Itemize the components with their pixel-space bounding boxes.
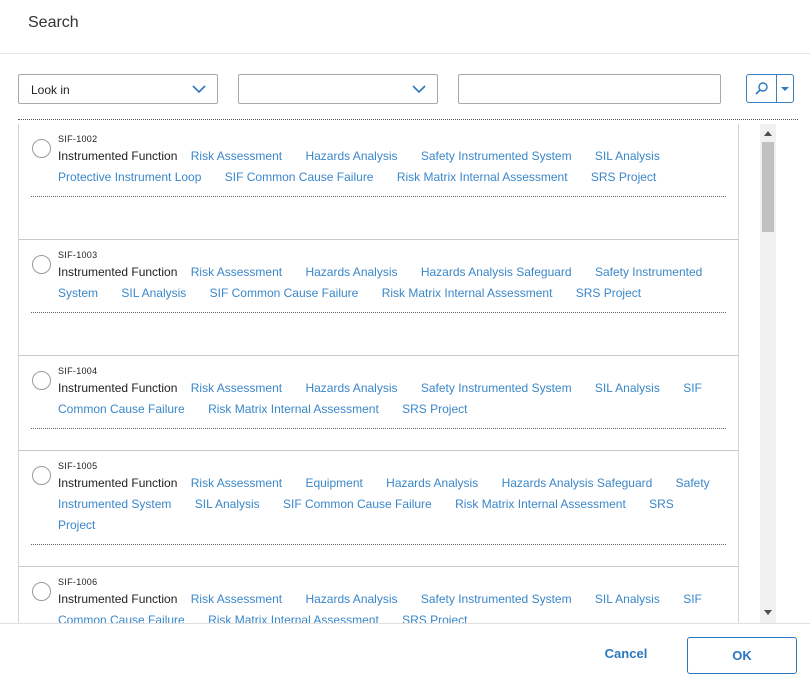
- look-in-dropdown[interactable]: Look in: [18, 74, 218, 104]
- look-in-value: Look in: [31, 83, 70, 97]
- related-link[interactable]: Hazards Analysis: [305, 592, 397, 606]
- dialog-header: Search: [0, 0, 810, 54]
- related-link[interactable]: SRS Project: [402, 613, 467, 623]
- related-link[interactable]: SIL Analysis: [121, 286, 186, 300]
- result-radio[interactable]: [32, 255, 51, 274]
- related-link[interactable]: Protective Instrument Loop: [58, 170, 201, 184]
- cancel-button[interactable]: Cancel: [586, 646, 666, 661]
- family-dropdown[interactable]: [238, 74, 438, 104]
- result-family: Instrumented Function: [58, 265, 178, 279]
- item-divider: [31, 428, 726, 429]
- item-divider: [31, 196, 726, 197]
- result-family: Instrumented Function: [58, 381, 178, 395]
- related-link[interactable]: Risk Assessment: [191, 592, 282, 606]
- related-link[interactable]: SRS Project: [576, 286, 641, 300]
- related-link[interactable]: Risk Assessment: [191, 381, 282, 395]
- related-link[interactable]: SIL Analysis: [195, 497, 260, 511]
- result-content: SIF-1005 Instrumented Function Risk Asse…: [58, 451, 738, 536]
- result-id: SIF-1003: [58, 250, 98, 260]
- result-family: Instrumented Function: [58, 149, 178, 163]
- result-radio[interactable]: [32, 466, 51, 485]
- related-link[interactable]: Risk Matrix Internal Assessment: [208, 613, 379, 623]
- result-family: Instrumented Function: [58, 476, 178, 490]
- result-radio[interactable]: [32, 582, 51, 601]
- triangle-up-icon[interactable]: [760, 126, 776, 140]
- result-links: Instrumented Function Risk Assessment Ha…: [58, 378, 726, 420]
- result-radio[interactable]: [32, 371, 51, 390]
- related-link[interactable]: Risk Assessment: [191, 476, 282, 490]
- related-link[interactable]: Hazards Analysis: [305, 149, 397, 163]
- result-content: SIF-1003 Instrumented Function Risk Asse…: [58, 240, 738, 304]
- list-item: SIF-1005 Instrumented Function Risk Asse…: [19, 451, 738, 567]
- related-link[interactable]: Safety Instrumented System: [421, 592, 572, 606]
- result-content: SIF-1006 Instrumented Function Risk Asse…: [58, 567, 738, 623]
- result-links: Instrumented Function Risk Assessment Eq…: [58, 473, 726, 536]
- related-link[interactable]: Risk Matrix Internal Assessment: [382, 286, 553, 300]
- related-link[interactable]: Hazards Analysis Safeguard: [502, 476, 653, 490]
- related-link[interactable]: SIF Common Cause Failure: [225, 170, 374, 184]
- related-link[interactable]: SRS Project: [402, 402, 467, 416]
- related-link[interactable]: SIL Analysis: [595, 149, 660, 163]
- results-top-divider: [18, 119, 798, 120]
- related-link[interactable]: Hazards Analysis: [305, 381, 397, 395]
- search-button[interactable]: [746, 74, 794, 103]
- result-content: SIF-1002 Instrumented Function Risk Asse…: [58, 124, 738, 188]
- list-item: SIF-1006 Instrumented Function Risk Asse…: [19, 567, 738, 623]
- related-link[interactable]: Risk Assessment: [191, 265, 282, 279]
- related-link[interactable]: Risk Assessment: [191, 149, 282, 163]
- related-link[interactable]: Safety Instrumented System: [421, 381, 572, 395]
- result-id: SIF-1002: [58, 134, 98, 144]
- related-link[interactable]: Equipment: [305, 476, 362, 490]
- search-input[interactable]: [458, 74, 721, 104]
- related-link[interactable]: SRS Project: [591, 170, 656, 184]
- result-links: Instrumented Function Risk Assessment Ha…: [58, 589, 726, 623]
- dialog-footer: Cancel OK: [0, 623, 810, 686]
- results-list[interactable]: SIF-1002 Instrumented Function Risk Asse…: [18, 124, 739, 623]
- result-id: SIF-1004: [58, 366, 98, 376]
- scrollbar-thumb[interactable]: [762, 142, 774, 232]
- item-divider: [31, 544, 726, 545]
- related-link[interactable]: Risk Matrix Internal Assessment: [455, 497, 626, 511]
- related-link[interactable]: SIF Common Cause Failure: [283, 497, 432, 511]
- ok-button[interactable]: OK: [687, 637, 797, 674]
- related-link[interactable]: Risk Matrix Internal Assessment: [208, 402, 379, 416]
- related-link[interactable]: SIF Common Cause Failure: [210, 286, 359, 300]
- result-links: Instrumented Function Risk Assessment Ha…: [58, 262, 726, 304]
- list-item: SIF-1002 Instrumented Function Risk Asse…: [19, 124, 738, 240]
- triangle-down-icon[interactable]: [760, 606, 776, 620]
- result-id: SIF-1006: [58, 577, 98, 587]
- result-radio[interactable]: [32, 139, 51, 158]
- chevron-down-icon: [192, 85, 206, 94]
- related-link[interactable]: Safety Instrumented System: [421, 149, 572, 163]
- result-content: SIF-1004 Instrumented Function Risk Asse…: [58, 356, 738, 420]
- dialog-title: Search: [28, 14, 79, 31]
- list-item: SIF-1003 Instrumented Function Risk Asse…: [19, 240, 738, 356]
- related-link[interactable]: Hazards Analysis: [386, 476, 478, 490]
- related-link[interactable]: Risk Matrix Internal Assessment: [397, 170, 568, 184]
- related-link[interactable]: SIL Analysis: [595, 592, 660, 606]
- vertical-scrollbar[interactable]: [760, 124, 776, 623]
- caret-down-icon[interactable]: [777, 75, 793, 102]
- item-divider: [31, 312, 726, 313]
- related-link[interactable]: Hazards Analysis: [305, 265, 397, 279]
- search-icon[interactable]: [751, 78, 773, 100]
- related-link[interactable]: Hazards Analysis Safeguard: [421, 265, 572, 279]
- related-link[interactable]: SIL Analysis: [595, 381, 660, 395]
- result-id: SIF-1005: [58, 461, 98, 471]
- result-family: Instrumented Function: [58, 592, 178, 606]
- result-links: Instrumented Function Risk Assessment Ha…: [58, 146, 726, 188]
- chevron-down-icon: [412, 85, 426, 94]
- list-item: SIF-1004 Instrumented Function Risk Asse…: [19, 356, 738, 451]
